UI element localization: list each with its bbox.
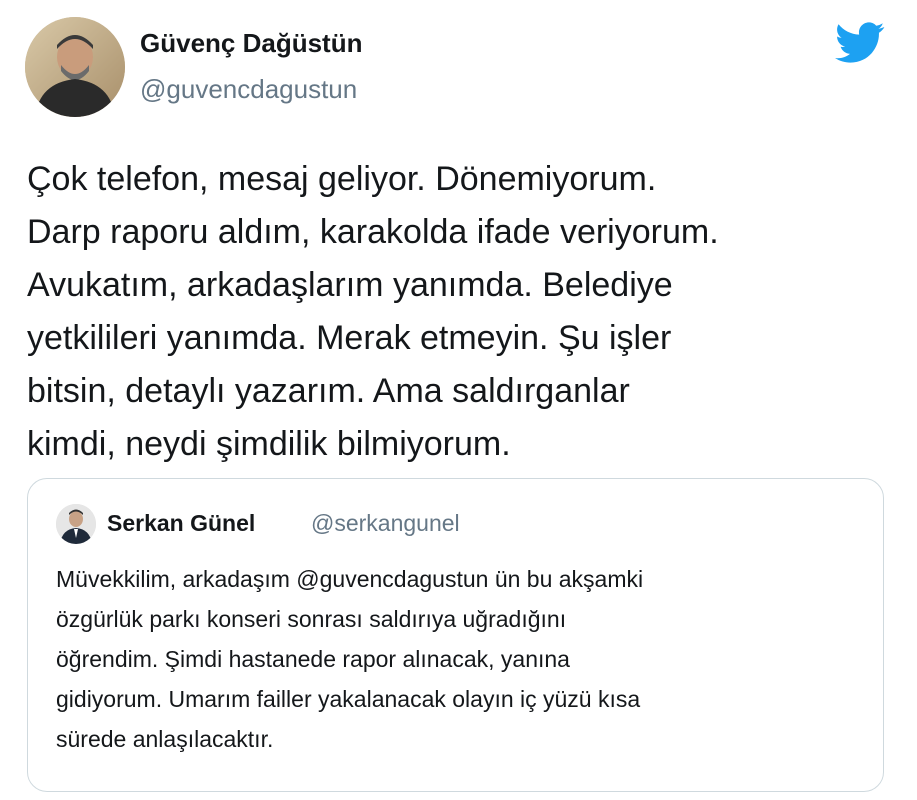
quoted-text-line: gidiyorum. Umarım failler yakalanacak ol… (56, 686, 641, 712)
quoted-author-display-name[interactable]: Serkan Günel (107, 510, 255, 537)
quoted-tweet-body: Müvekkilim, arkadaşım @guvencdagustun ün… (56, 559, 876, 759)
quoted-text-line: sürede anlaşılacaktır. (56, 726, 274, 752)
quoted-author-photo-icon (56, 504, 96, 544)
author-display-name[interactable]: Güvenç Dağüstün (140, 28, 362, 59)
tweet-text-line: Avukatım, arkadaşlarım yanımda. Belediye (27, 266, 673, 304)
author-avatar[interactable] (25, 17, 125, 117)
tweet-text-line: Çok telefon, mesaj geliyor. Dönemiyorum. (27, 160, 657, 198)
tweet-text-line: bitsin, detaylı yazarım. Ama saldırganla… (27, 372, 630, 410)
quoted-tweet[interactable]: Serkan Günel @serkangunel Müvekkilim, ar… (27, 478, 884, 792)
quoted-author-handle[interactable]: @serkangunel (311, 510, 460, 537)
twitter-bird-icon[interactable] (835, 22, 885, 64)
tweet-text-line: Darp raporu aldım, karakolda ifade veriy… (27, 213, 719, 251)
author-photo-icon (25, 17, 125, 117)
tweet-body: Çok telefon, mesaj geliyor. Dönemiyorum.… (27, 153, 902, 471)
quoted-text-line: özgürlük parkı konseri sonrası saldırıya… (56, 606, 567, 632)
tweet-text-line: yetkilileri yanımda. Merak etmeyin. Şu i… (27, 319, 672, 357)
tweet-card: Güvenç Dağüstün @guvencdagustun Çok tele… (0, 0, 917, 800)
quoted-text-line: öğrendim. Şimdi hastanede rapor alınacak… (56, 646, 570, 672)
author-handle[interactable]: @guvencdagustun (140, 74, 357, 105)
quoted-text-line: Müvekkilim, arkadaşım @guvencdagustun ün… (56, 566, 644, 592)
quoted-author-avatar[interactable] (56, 504, 96, 544)
tweet-text-line: kimdi, neydi şimdilik bilmiyorum. (27, 425, 511, 463)
